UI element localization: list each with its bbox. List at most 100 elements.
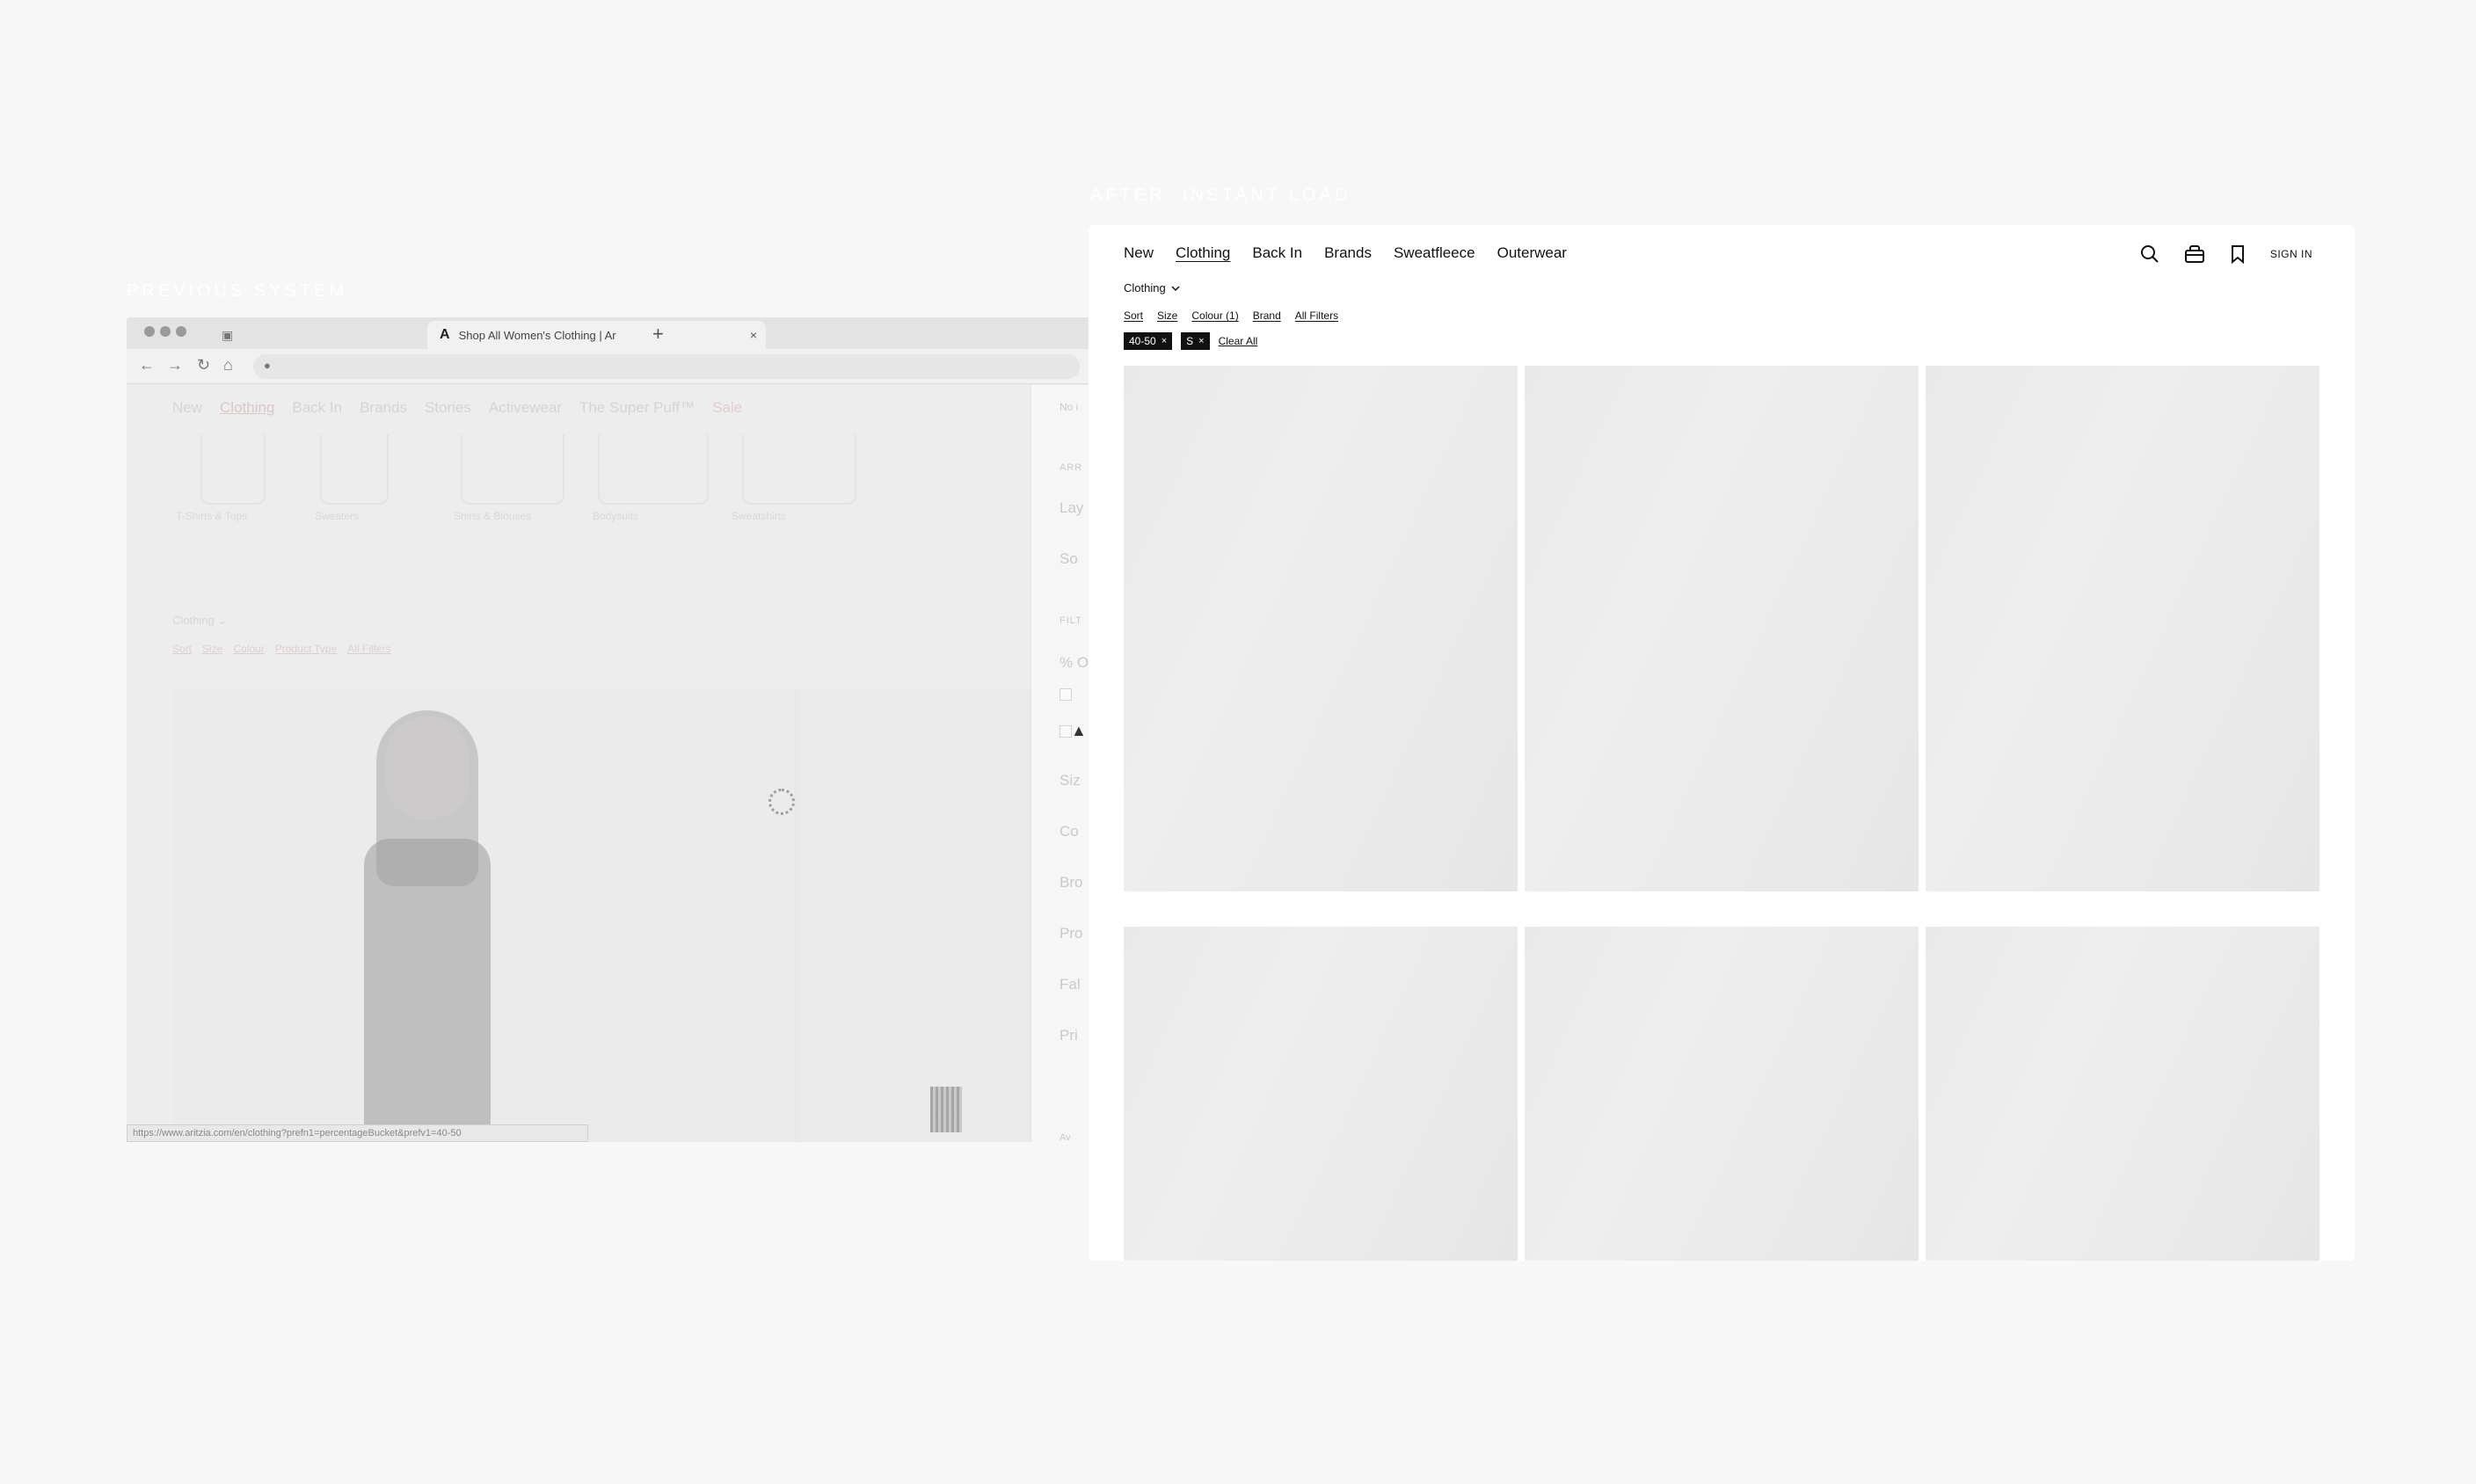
old-nav-sale[interactable]: Sale bbox=[712, 399, 742, 417]
old-nav-clothing[interactable]: Clothing bbox=[220, 399, 274, 417]
panel-section-filter: FILT bbox=[1060, 615, 1082, 626]
filter-size[interactable]: Size bbox=[1157, 309, 1177, 322]
panel-price[interactable]: Pri bbox=[1060, 1027, 1078, 1044]
product-tile-placeholder[interactable] bbox=[1124, 366, 1518, 891]
old-nav-super-puff[interactable]: The Super Puff™ bbox=[579, 399, 695, 417]
search-icon[interactable] bbox=[2140, 244, 2159, 264]
nav-back-in[interactable]: Back In bbox=[1252, 244, 1302, 262]
panel-product-type[interactable]: Pro bbox=[1060, 925, 1082, 942]
panel-percent-off[interactable]: % O bbox=[1060, 654, 1089, 672]
old-filter-sort[interactable]: Sort bbox=[172, 643, 192, 655]
clear-all-link[interactable]: Clear All bbox=[1219, 335, 1258, 347]
caption-previous: PREVIOUS SYSTEM bbox=[127, 281, 348, 301]
mouse-cursor-icon: ▲ bbox=[1071, 722, 1087, 739]
status-bar-url: https://www.aritzia.com/en/clothing?pref… bbox=[127, 1124, 588, 1142]
category-thumb[interactable] bbox=[461, 434, 564, 505]
old-nav-new[interactable]: New bbox=[172, 399, 202, 417]
panel-fabric[interactable]: Fal bbox=[1060, 976, 1081, 993]
old-filter-all[interactable]: All Filters bbox=[347, 643, 390, 655]
product-tile-placeholder[interactable] bbox=[1926, 927, 2319, 1261]
bag-icon[interactable] bbox=[2184, 244, 2205, 264]
remove-chip-icon[interactable]: × bbox=[1162, 336, 1167, 346]
window-zoom-dot[interactable] bbox=[176, 326, 186, 337]
old-filter-size[interactable]: Size bbox=[202, 643, 222, 655]
category-thumb[interactable] bbox=[200, 434, 266, 505]
percent-checkbox[interactable] bbox=[1060, 725, 1072, 738]
filter-all[interactable]: All Filters bbox=[1295, 309, 1338, 322]
browser-window: ▣ × A Shop All Women's Clothing | Ar × +… bbox=[127, 317, 1089, 1142]
category-thumb[interactable] bbox=[742, 434, 856, 505]
header-actions: SIGN IN bbox=[2140, 244, 2312, 264]
filter-chip-percent[interactable]: 40-50 × bbox=[1124, 332, 1173, 350]
old-main-nav: New Clothing Back In Brands Stories Acti… bbox=[172, 399, 742, 417]
category-label[interactable]: Sweaters bbox=[315, 510, 359, 522]
filter-brand[interactable]: Brand bbox=[1253, 309, 1281, 322]
panel-brand[interactable]: Bro bbox=[1060, 874, 1082, 891]
active-filter-chips: 40-50 × S × Clear All bbox=[1124, 332, 1257, 350]
nav-sweatfleece[interactable]: Sweatfleece bbox=[1394, 244, 1475, 262]
panel-availability: Av bbox=[1060, 1132, 1071, 1142]
product-image[interactable] bbox=[172, 689, 1060, 1142]
nav-brands[interactable]: Brands bbox=[1324, 244, 1372, 262]
new-tab-button[interactable]: + bbox=[652, 323, 664, 346]
address-bar: ← → ↻ ⌂ ● bbox=[127, 349, 1089, 384]
old-brand-select[interactable]: Clothing ⌄ bbox=[172, 614, 227, 628]
category-label[interactable]: Sweatshirts bbox=[732, 510, 786, 522]
old-filter-colour[interactable]: Colour bbox=[233, 643, 264, 655]
category-label[interactable]: Bodysuits bbox=[593, 510, 638, 522]
nav-clothing[interactable]: Clothing bbox=[1176, 244, 1230, 262]
category-thumb[interactable] bbox=[320, 434, 389, 505]
nav-outerwear[interactable]: Outerwear bbox=[1497, 244, 1567, 262]
chevron-down-icon bbox=[1171, 281, 1180, 295]
back-icon[interactable]: ← bbox=[139, 356, 155, 375]
forward-icon[interactable]: → bbox=[167, 356, 183, 375]
url-input[interactable]: ● bbox=[253, 354, 1080, 379]
bookmark-icon[interactable] bbox=[2230, 244, 2246, 264]
category-label[interactable]: Shirts & Blouses bbox=[454, 510, 531, 522]
product-tile-placeholder[interactable] bbox=[1525, 366, 1919, 891]
sign-in-link[interactable]: SIGN IN bbox=[2270, 248, 2312, 260]
product-swatch[interactable] bbox=[930, 1087, 962, 1132]
caption-after: AFTER: INSTANT LOAD bbox=[1090, 186, 1351, 205]
old-filter-bar: Sort Size Colour Product Type All Filter… bbox=[172, 643, 391, 655]
panel-sort[interactable]: So bbox=[1060, 550, 1078, 568]
product-tile-placeholder[interactable] bbox=[1926, 366, 2319, 891]
filter-sort[interactable]: Sort bbox=[1124, 309, 1143, 322]
old-nav-stories[interactable]: Stories bbox=[425, 399, 471, 417]
new-product-page: New Clothing Back In Brands Sweatfleece … bbox=[1089, 225, 2355, 1261]
tab-favicon-icon: ▣ bbox=[222, 327, 234, 342]
reload-icon[interactable]: ↻ bbox=[197, 356, 210, 375]
percent-checkbox[interactable] bbox=[1060, 688, 1072, 701]
tab-active[interactable]: A Shop All Women's Clothing | Ar × bbox=[427, 321, 766, 349]
old-nav-activewear[interactable]: Activewear bbox=[489, 399, 562, 417]
remove-chip-icon[interactable]: × bbox=[1198, 336, 1204, 346]
old-nav-brands[interactable]: Brands bbox=[360, 399, 407, 417]
product-tile-placeholder[interactable] bbox=[1525, 927, 1919, 1261]
brand-select[interactable]: Clothing bbox=[1124, 281, 1180, 295]
tab-bar: ▣ × A Shop All Women's Clothing | Ar × + bbox=[127, 317, 1089, 349]
window-minimize-dot[interactable] bbox=[160, 326, 171, 337]
main-nav: New Clothing Back In Brands Sweatfleece … bbox=[1124, 244, 1567, 262]
panel-colour[interactable]: Co bbox=[1060, 823, 1079, 840]
filter-bar: Sort Size Colour (1) Brand All Filters bbox=[1124, 309, 1338, 322]
category-label[interactable]: T-Shirts & Tops bbox=[176, 510, 247, 522]
old-product-page: New Clothing Back In Brands Stories Acti… bbox=[127, 385, 1060, 1142]
panel-heading: No i bbox=[1060, 401, 1079, 413]
product-tile-placeholder[interactable] bbox=[1124, 927, 1518, 1261]
filter-colour[interactable]: Colour (1) bbox=[1191, 309, 1238, 322]
old-nav-back-in[interactable]: Back In bbox=[292, 399, 342, 417]
home-icon[interactable]: ⌂ bbox=[223, 356, 233, 375]
filter-side-panel: No i ARR Lay So FILT % O Siz Co Bro Pro … bbox=[1030, 385, 1089, 1142]
lock-icon: ● bbox=[264, 359, 271, 372]
tab-close-icon[interactable]: × bbox=[750, 328, 757, 342]
nav-new[interactable]: New bbox=[1124, 244, 1154, 262]
category-thumb[interactable] bbox=[598, 434, 709, 505]
brand-logo-icon: A bbox=[440, 327, 450, 342]
old-filter-product-type[interactable]: Product Type bbox=[275, 643, 338, 655]
panel-layout[interactable]: Lay bbox=[1060, 499, 1083, 517]
panel-section-arrange: ARR bbox=[1060, 462, 1083, 473]
tab-title: Shop All Women's Clothing | Ar bbox=[458, 328, 616, 342]
panel-size[interactable]: Siz bbox=[1060, 772, 1081, 789]
window-close-dot[interactable] bbox=[144, 326, 155, 337]
filter-chip-size[interactable]: S × bbox=[1181, 332, 1210, 350]
